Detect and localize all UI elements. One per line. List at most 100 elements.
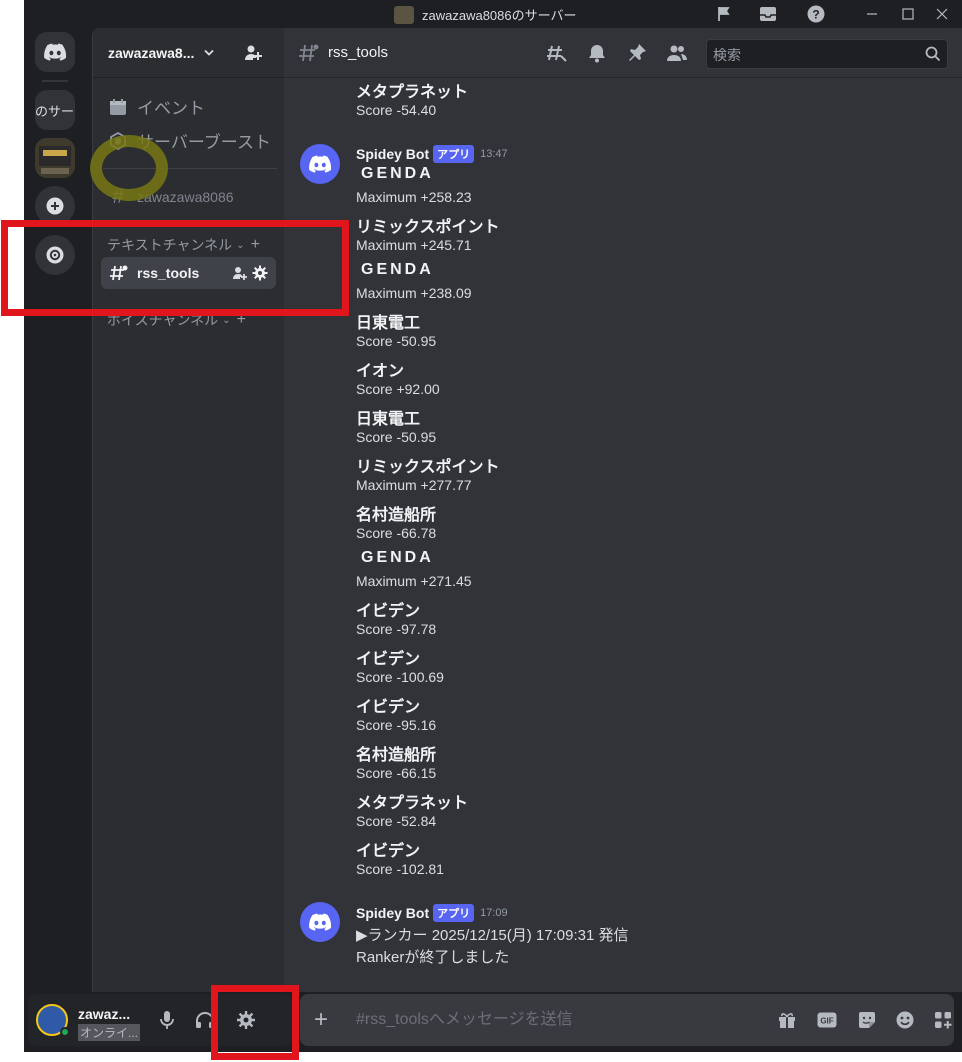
title-bar: zawazawa8086のサーバー ?: [24, 0, 962, 28]
stock-value: Score -54.40: [356, 102, 437, 118]
stock-name: リミックスポイント: [356, 219, 500, 236]
attach-plus-icon[interactable]: +: [308, 1006, 334, 1033]
stock-value: Maximum +245.71: [356, 237, 472, 253]
timestamp: 17:09: [480, 907, 508, 919]
stock-value: Score -95.16: [356, 717, 437, 733]
message-header: Spidey Bot アプリ 13:47: [356, 145, 508, 163]
highlight-box-channel: [1, 220, 349, 316]
stock-value: Score -100.69: [356, 669, 444, 685]
member-list-icon[interactable]: [666, 42, 688, 64]
stock-value: Score -66.15: [356, 765, 437, 781]
flag-icon[interactable]: [714, 4, 734, 24]
stock-name: GENDA: [361, 261, 434, 278]
bot-avatar[interactable]: [300, 144, 340, 184]
message-text: Rankerが終了しました: [356, 949, 510, 966]
stock-name: メタプラネット: [356, 84, 469, 101]
stock-name: GENDA: [361, 165, 434, 182]
server-item-text[interactable]: のサーバ: [35, 90, 75, 130]
inbox-icon[interactable]: [758, 4, 778, 24]
events-row[interactable]: イベント: [109, 94, 205, 119]
emoji-icon[interactable]: [894, 1009, 916, 1031]
chevron-down-icon: ⌄: [222, 314, 231, 326]
user-status: オンライ...: [78, 1024, 141, 1041]
gift-icon[interactable]: [776, 1009, 798, 1031]
server-image-icon: [35, 138, 75, 178]
chevron-down-icon: [204, 49, 215, 56]
gif-icon[interactable]: GIF: [816, 1009, 838, 1031]
author-name[interactable]: Spidey Bot: [356, 146, 429, 162]
message-header: Spidey Bot アプリ 17:09: [356, 904, 508, 922]
stock-name: メタプラネット: [356, 795, 469, 812]
author-name[interactable]: Spidey Bot: [356, 905, 429, 921]
pin-icon[interactable]: [626, 42, 648, 64]
stock-value: Maximum +238.09: [356, 285, 472, 301]
chat-area: rss_tools メタプラネット Score: [284, 28, 962, 992]
stock-name: イオン: [356, 363, 405, 380]
server-name: zawazawa8...: [108, 44, 195, 61]
stock-value: Score -66.78: [356, 525, 437, 541]
stock-value: Maximum +277.77: [356, 477, 472, 493]
chat-header: rss_tools: [284, 28, 962, 78]
discord-logo-icon: [309, 155, 332, 173]
apps-icon[interactable]: [932, 1009, 954, 1031]
search-icon: [925, 46, 941, 67]
server-item-image[interactable]: [35, 138, 75, 178]
home-button[interactable]: [35, 32, 75, 72]
message-text: ▶ランカー 2025/12/15(月) 17:09:31 発信: [356, 927, 629, 944]
window-title: zawazawa8086のサーバー: [394, 5, 577, 24]
stock-name: イビデン: [356, 699, 421, 716]
app-badge: アプリ: [433, 904, 475, 922]
notification-bell-icon[interactable]: [586, 42, 608, 64]
search-box[interactable]: [706, 39, 948, 69]
stock-value: Score -52.84: [356, 813, 437, 829]
app-badge: アプリ: [433, 145, 475, 163]
help-icon[interactable]: ?: [806, 4, 826, 24]
timestamp: 13:47: [480, 148, 508, 160]
server-item-label: のサーバ: [35, 103, 75, 119]
server-icon: [394, 5, 414, 24]
user-name[interactable]: zawaz...: [78, 1006, 130, 1022]
plus-icon: [46, 197, 64, 215]
stock-value: Score -102.81: [356, 861, 444, 877]
hash-thread-icon: [299, 44, 319, 61]
stock-name: イビデン: [356, 651, 421, 668]
highlight-circle: [90, 135, 168, 201]
stock-name: 日東電工: [356, 411, 421, 428]
discord-logo-icon: [44, 43, 67, 61]
close-icon[interactable]: [932, 4, 952, 24]
stock-value: Maximum +258.23: [356, 189, 472, 205]
events-label: イベント: [137, 99, 205, 118]
invite-people-icon[interactable]: [243, 43, 263, 68]
message-list: メタプラネット Score -54.40 Spidey Bot アプリ 13:4…: [284, 78, 962, 992]
online-status-icon: [60, 1027, 70, 1037]
bot-avatar[interactable]: [300, 902, 340, 942]
stock-value: Score -50.95: [356, 333, 437, 349]
stock-name: 名村造船所: [356, 747, 437, 764]
window-title-text: zawazawa8086のサーバー: [422, 8, 577, 23]
minimize-icon[interactable]: [862, 4, 882, 24]
stock-value: Score -97.78: [356, 621, 437, 637]
stock-name: リミックスポイント: [356, 459, 500, 476]
message-composer: + GIF: [300, 994, 954, 1046]
svg-text:GIF: GIF: [820, 1017, 833, 1026]
maximize-icon[interactable]: [898, 4, 918, 24]
server-rail: のサーバ: [24, 28, 92, 1052]
message-input[interactable]: [356, 1008, 736, 1032]
stock-name: イビデン: [356, 603, 421, 620]
stock-name: GENDA: [361, 549, 434, 566]
svg-text:?: ?: [812, 8, 819, 22]
stock-value: Maximum +271.45: [356, 573, 472, 589]
highlight-box-settings: [211, 985, 299, 1060]
calendar-icon: [109, 98, 127, 116]
stock-name: 名村造船所: [356, 507, 437, 524]
channel-title: rss_tools: [328, 44, 389, 61]
stock-name: イビデン: [356, 843, 421, 860]
threads-icon[interactable]: [546, 42, 568, 64]
server-header[interactable]: zawazawa8...: [93, 28, 285, 78]
search-input[interactable]: [713, 44, 913, 66]
stock-name: 日東電工: [356, 315, 421, 332]
microphone-icon[interactable]: [156, 1009, 178, 1031]
rail-separator: [42, 80, 68, 82]
sticker-icon[interactable]: [856, 1009, 878, 1031]
stock-value: Score -50.95: [356, 429, 437, 445]
